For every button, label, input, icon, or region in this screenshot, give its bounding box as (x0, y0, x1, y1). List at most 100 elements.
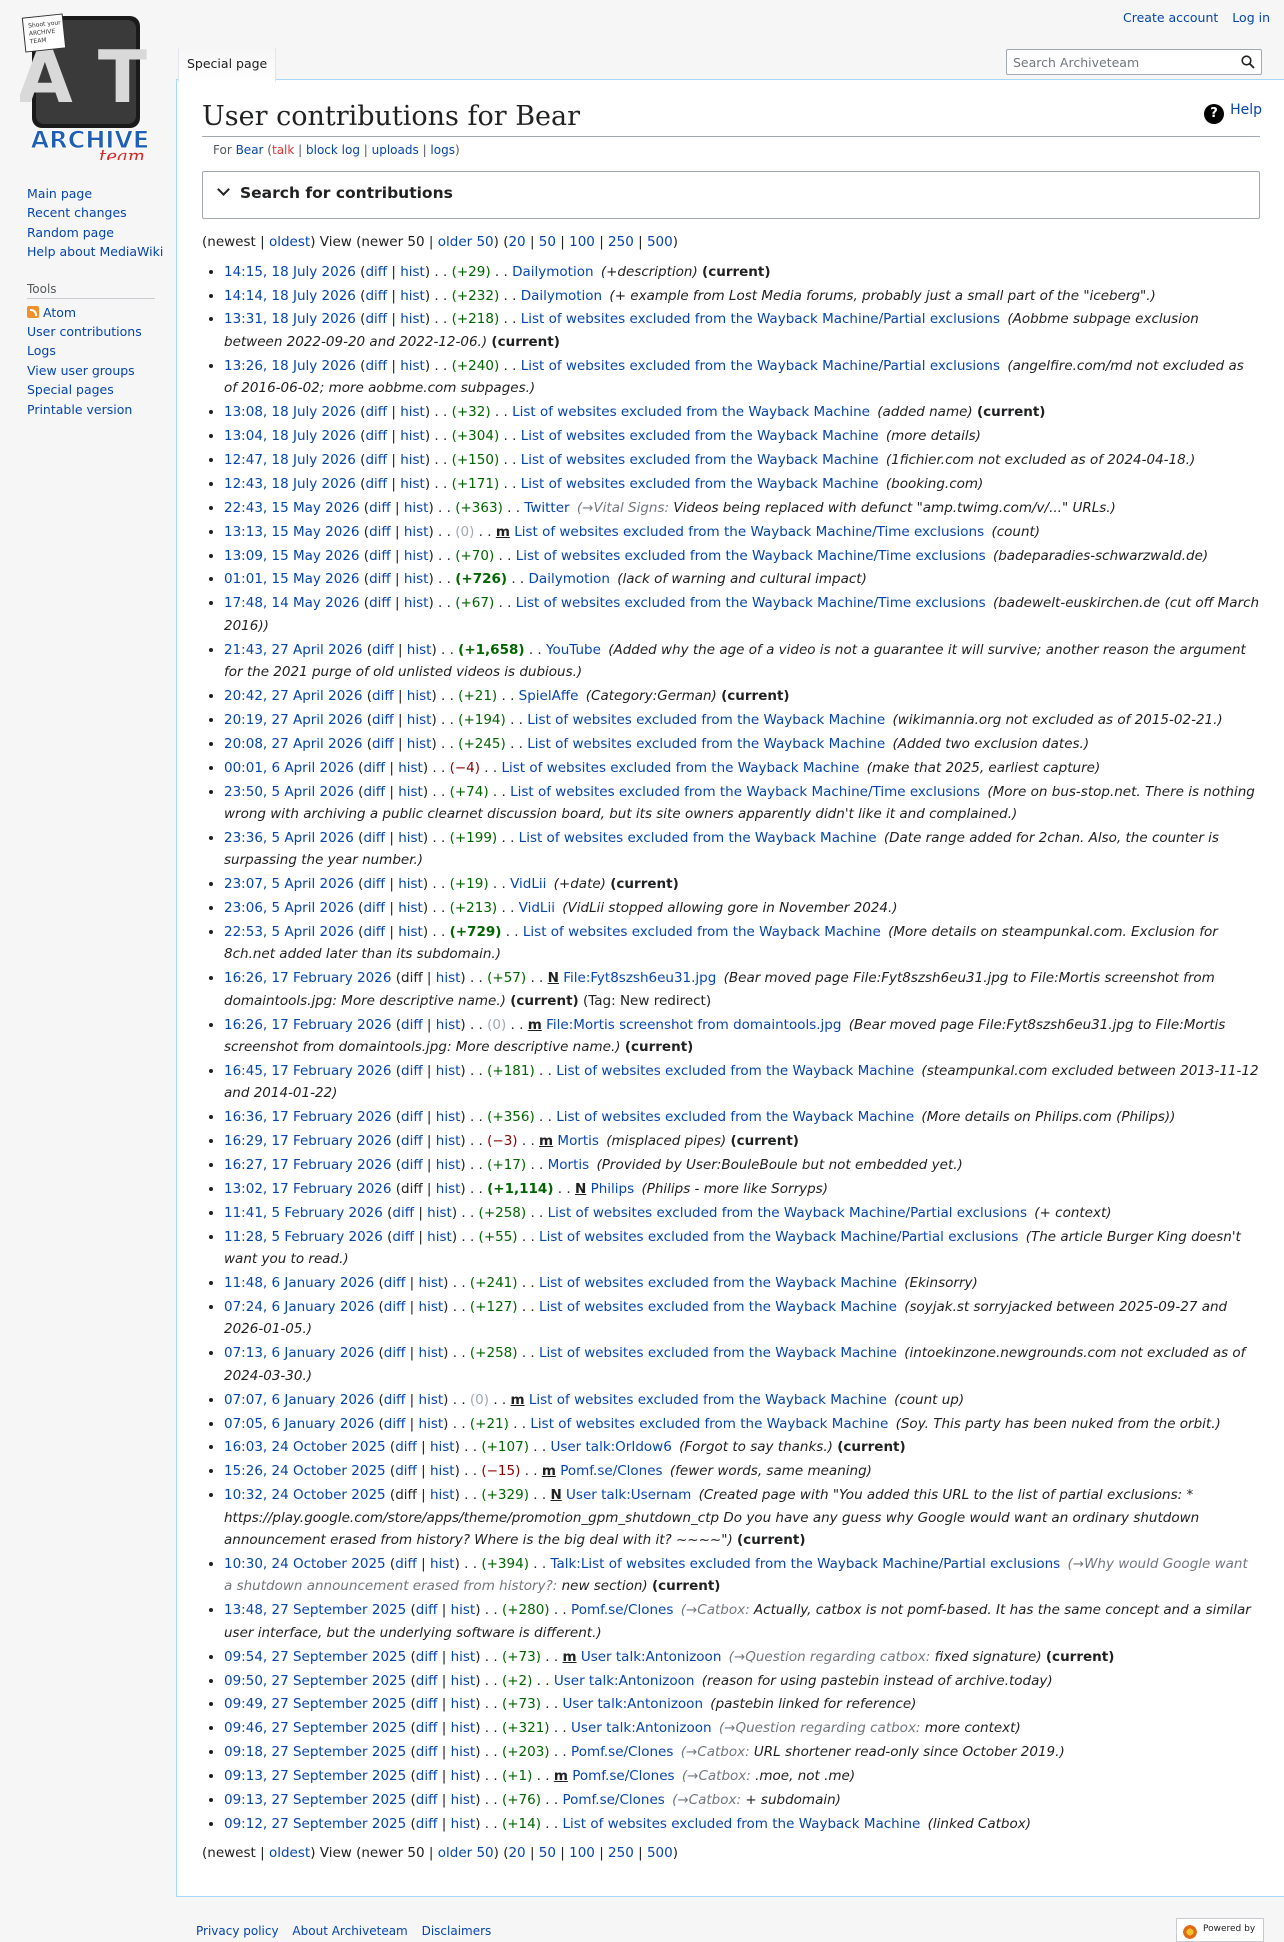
hist-link[interactable]: hist (451, 1792, 476, 1808)
contribution-timestamp-link[interactable]: 16:29, 17 February 2026 (224, 1133, 391, 1149)
diff-link[interactable]: diff (365, 476, 387, 492)
powered-by-mediawiki-badge[interactable]: Powered by (1176, 1918, 1264, 1942)
hist-link[interactable]: hist (419, 1392, 444, 1408)
page-title-link[interactable]: Talk:List of websites excluded from the … (550, 1556, 1060, 1572)
diff-link[interactable]: diff (395, 1463, 417, 1479)
hist-link[interactable]: hist (404, 595, 429, 611)
search-input[interactable]: Search Archiveteam (1006, 49, 1262, 75)
diff-link[interactable]: diff (363, 830, 385, 846)
user-talk-link[interactable]: talk (272, 143, 294, 157)
limit-50-link[interactable]: 50 (539, 234, 556, 250)
contribution-timestamp-link[interactable]: 11:28, 5 February 2026 (224, 1229, 383, 1245)
page-title-link[interactable]: List of websites excluded from the Wayba… (562, 1816, 920, 1832)
diff-link[interactable]: diff (416, 1649, 438, 1665)
contribution-timestamp-link[interactable]: 13:48, 27 September 2025 (224, 1602, 406, 1618)
hist-link[interactable]: hist (427, 1229, 452, 1245)
diff-link[interactable]: diff (365, 428, 387, 444)
page-title-link[interactable]: User talk:OrIdow6 (550, 1439, 671, 1455)
hist-link[interactable]: hist (400, 428, 425, 444)
contribution-timestamp-link[interactable]: 13:26, 18 July 2026 (224, 358, 356, 374)
oldest-link[interactable]: oldest (269, 234, 310, 250)
hist-link[interactable]: hist (430, 1556, 455, 1572)
contribution-timestamp-link[interactable]: 23:07, 5 April 2026 (224, 876, 354, 892)
page-title-link[interactable]: List of websites excluded from the Wayba… (530, 1416, 888, 1432)
page-title-link[interactable]: List of websites excluded from the Wayba… (527, 736, 885, 752)
page-title-link[interactable]: List of websites excluded from the Wayba… (514, 524, 984, 540)
sidebar-link-special-pages[interactable]: Special pages (27, 382, 114, 397)
diff-link[interactable]: diff (365, 452, 387, 468)
diff-link[interactable]: diff (416, 1696, 438, 1712)
contribution-timestamp-link[interactable]: 09:12, 27 September 2025 (224, 1816, 406, 1832)
hist-link[interactable]: hist (436, 1181, 461, 1197)
hist-link[interactable]: hist (451, 1744, 476, 1760)
page-title-link[interactable]: List of websites excluded from the Wayba… (521, 311, 1000, 327)
sidebar-link-view-user-groups[interactable]: View user groups (27, 363, 135, 378)
contribution-timestamp-link[interactable]: 22:53, 5 April 2026 (224, 924, 354, 940)
contribution-timestamp-link[interactable]: 16:26, 17 February 2026 (224, 970, 391, 986)
contribution-timestamp-link[interactable]: 16:26, 17 February 2026 (224, 1017, 391, 1033)
page-title-link[interactable]: List of websites excluded from the Wayba… (521, 358, 1000, 374)
contribution-timestamp-link[interactable]: 09:18, 27 September 2025 (224, 1744, 406, 1760)
hist-link[interactable]: hist (419, 1275, 444, 1291)
diff-link[interactable]: diff (363, 784, 385, 800)
diff-link[interactable]: diff (363, 924, 385, 940)
diff-link[interactable]: diff (401, 1063, 423, 1079)
contribution-timestamp-link[interactable]: 11:41, 5 February 2026 (224, 1205, 383, 1221)
page-title-link[interactable]: User talk:Usernam (566, 1487, 691, 1503)
section-link[interactable]: (→Catbox: (681, 1744, 750, 1760)
hist-link[interactable]: hist (404, 571, 429, 587)
page-title-link[interactable]: List of websites excluded from the Wayba… (501, 760, 859, 776)
contribution-timestamp-link[interactable]: 07:05, 6 January 2026 (224, 1416, 374, 1432)
footer-about-link[interactable]: About Archiveteam (292, 1924, 407, 1938)
hist-link[interactable]: hist (430, 1463, 455, 1479)
section-link[interactable]: (→Question regarding catbox: (729, 1649, 931, 1665)
page-title-link[interactable]: Mortis (557, 1133, 599, 1149)
page-title-link[interactable]: List of websites excluded from the Wayba… (523, 924, 881, 940)
hist-link[interactable]: hist (407, 712, 432, 728)
diff-link[interactable]: diff (372, 688, 394, 704)
page-title-link[interactable]: Philips (591, 1181, 635, 1197)
diff-link[interactable]: diff (365, 404, 387, 420)
page-title-link[interactable]: File:Mortis screenshot from domaintools.… (546, 1017, 841, 1033)
section-link[interactable]: (→Question regarding catbox: (719, 1720, 921, 1736)
page-title-link[interactable]: User talk:Antonizoon (562, 1696, 703, 1712)
section-link[interactable]: (→Catbox: (672, 1792, 741, 1808)
older-link[interactable]: older 50 (438, 234, 494, 250)
page-title-link[interactable]: List of websites excluded from the Wayba… (539, 1345, 897, 1361)
contribution-timestamp-link[interactable]: 20:42, 27 April 2026 (224, 688, 362, 704)
contribution-timestamp-link[interactable]: 07:24, 6 January 2026 (224, 1299, 374, 1315)
hist-link[interactable]: hist (398, 784, 423, 800)
page-title-link[interactable]: YouTube (546, 642, 601, 658)
contribution-timestamp-link[interactable]: 10:30, 24 October 2025 (224, 1556, 386, 1572)
limit-250-link[interactable]: 250 (608, 234, 634, 250)
hist-link[interactable]: hist (419, 1299, 444, 1315)
contribution-timestamp-link[interactable]: 16:45, 17 February 2026 (224, 1063, 391, 1079)
diff-link[interactable]: diff (392, 1229, 414, 1245)
hist-link[interactable]: hist (430, 1487, 455, 1503)
page-title-link[interactable]: List of websites excluded from the Wayba… (539, 1299, 897, 1315)
page-title-link[interactable]: List of websites excluded from the Wayba… (516, 548, 986, 564)
sidebar-link-user-contributions[interactable]: User contributions (27, 324, 142, 339)
diff-link[interactable]: diff (369, 571, 391, 587)
limit-500-link[interactable]: 500 (647, 234, 673, 250)
page-title-link[interactable]: VidLii (510, 876, 546, 892)
diff-link[interactable]: diff (369, 548, 391, 564)
hist-link[interactable]: hist (436, 1157, 461, 1173)
hist-link[interactable]: hist (451, 1768, 476, 1784)
diff-link[interactable]: diff (401, 1133, 423, 1149)
diff-link[interactable]: diff (372, 736, 394, 752)
page-title-link[interactable]: List of websites excluded from the Wayba… (519, 830, 877, 846)
hist-link[interactable]: hist (400, 358, 425, 374)
hist-link[interactable]: hist (419, 1345, 444, 1361)
diff-link[interactable]: diff (363, 876, 385, 892)
page-title-link[interactable]: Pomf.se/Clones (571, 1602, 673, 1618)
hist-link[interactable]: hist (451, 1720, 476, 1736)
search-icon[interactable] (1241, 55, 1255, 69)
contribution-timestamp-link[interactable]: 15:26, 24 October 2025 (224, 1463, 386, 1479)
hist-link[interactable]: hist (400, 452, 425, 468)
page-title-link[interactable]: List of websites excluded from the Wayba… (529, 1392, 887, 1408)
hist-link[interactable]: hist (419, 1416, 444, 1432)
sidebar-link-help[interactable]: Help about MediaWiki (27, 244, 163, 259)
page-title-link[interactable]: Pomf.se/Clones (572, 1768, 674, 1784)
page-title-link[interactable]: List of websites excluded from the Wayba… (521, 452, 879, 468)
